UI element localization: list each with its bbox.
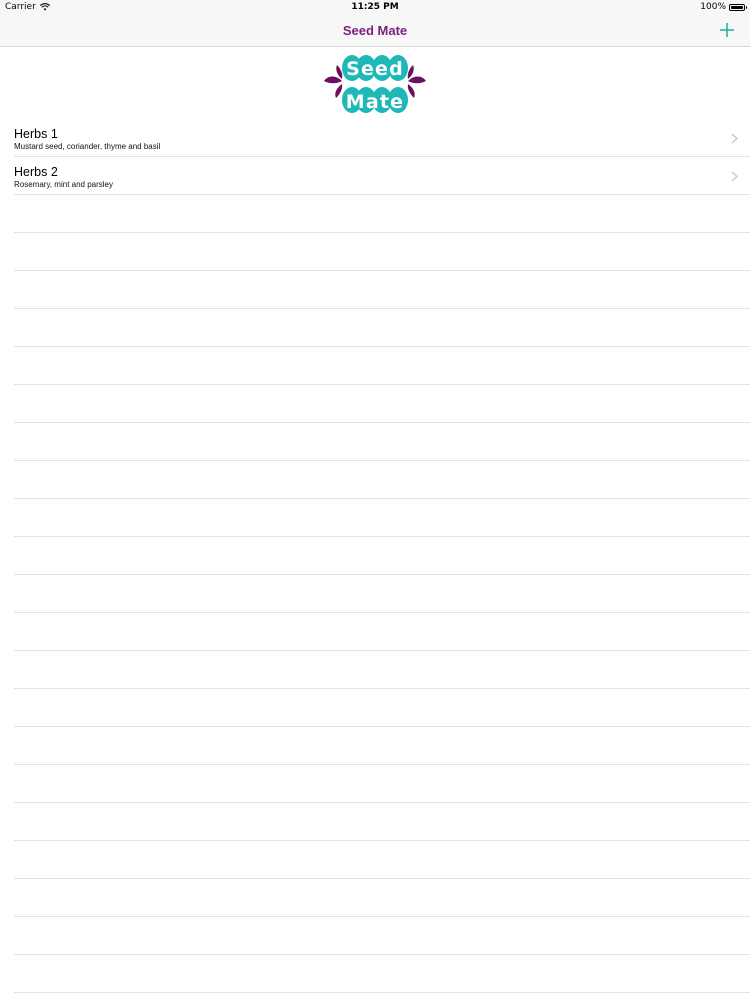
list-item[interactable]: Herbs 1 Mustard seed, coriander, thyme a… [14, 119, 750, 157]
empty-row [14, 689, 750, 727]
empty-row [14, 727, 750, 765]
empty-row [14, 537, 750, 575]
empty-row [14, 233, 750, 271]
battery-icon [729, 3, 747, 11]
empty-row [14, 271, 750, 309]
empty-row [14, 651, 750, 689]
logo-line1: Seed [346, 58, 404, 80]
empty-row [14, 347, 750, 385]
status-time: 11:25 PM [351, 2, 399, 12]
empty-row [14, 841, 750, 879]
empty-row [14, 385, 750, 423]
status-right: 100% [700, 2, 747, 12]
chevron-right-icon [731, 133, 738, 144]
row-subtitle: Rosemary, mint and parsley [14, 180, 113, 189]
status-bar: Carrier 11:25 PM 100% [0, 0, 750, 14]
empty-row [14, 309, 750, 347]
empty-row [14, 461, 750, 499]
row-subtitle: Mustard seed, coriander, thyme and basil [14, 142, 161, 151]
empty-row [14, 879, 750, 917]
nav-title: Seed Mate [342, 23, 408, 38]
battery-percent: 100% [700, 2, 726, 12]
seed-list: Herbs 1 Mustard seed, coriander, thyme a… [0, 119, 750, 993]
empty-row [14, 423, 750, 461]
battery-fill [731, 5, 743, 9]
empty-row [14, 803, 750, 841]
empty-row [14, 575, 750, 613]
empty-row [14, 955, 750, 993]
plus-icon[interactable] [716, 19, 738, 41]
list-item[interactable]: Herbs 2 Rosemary, mint and parsley [14, 157, 750, 195]
empty-row [14, 499, 750, 537]
navigation-bar: Seed Mate [0, 14, 750, 47]
empty-row [14, 613, 750, 651]
logo-line2: Mate [346, 91, 405, 113]
empty-row [14, 917, 750, 955]
left-leaf-icon [324, 65, 343, 98]
right-leaf-icon [407, 65, 426, 98]
row-title: Herbs 2 [14, 165, 58, 179]
seed-mate-logo: Seed Mate [324, 55, 426, 113]
chevron-right-icon [731, 171, 738, 182]
empty-row [14, 195, 750, 233]
row-title: Herbs 1 [14, 127, 58, 141]
empty-rows [0, 195, 750, 993]
empty-row [14, 765, 750, 803]
